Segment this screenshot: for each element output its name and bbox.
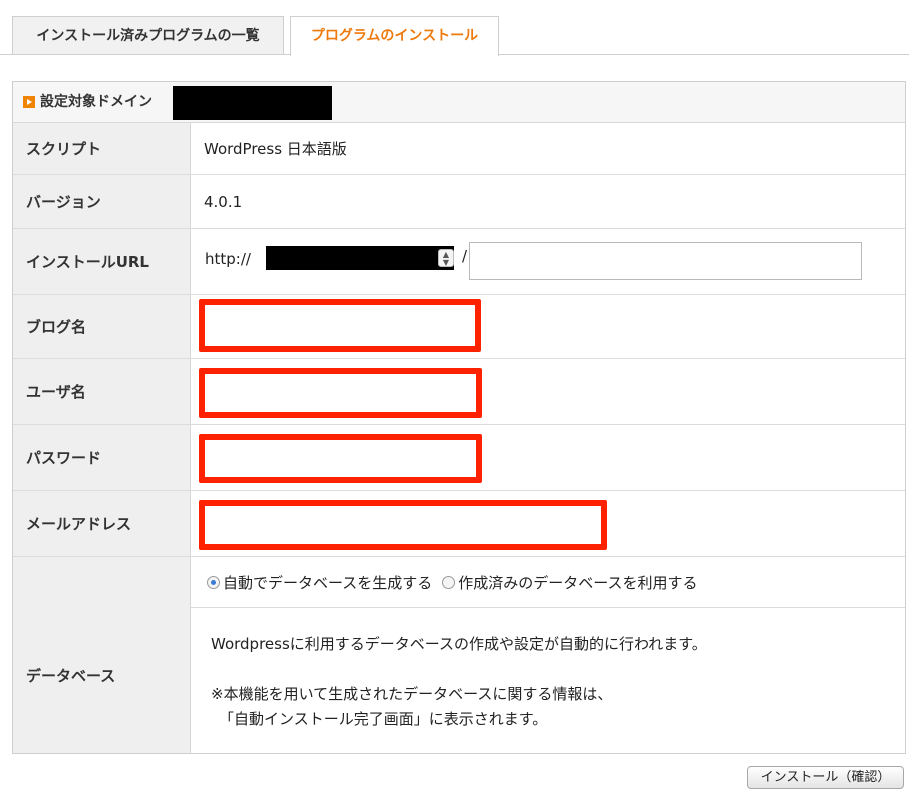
install-path-input[interactable] <box>469 242 862 280</box>
domain-select[interactable]: ▲ ▼ <box>266 246 454 270</box>
user-name-input[interactable] <box>199 368 482 418</box>
install-url-label: インストールURL <box>13 229 191 294</box>
password-label: パスワード <box>13 425 191 490</box>
tab-install-program[interactable]: プログラムのインストール <box>290 16 499 56</box>
database-description: Wordpressに利用するデータベースの作成や設定が自動的に行われます。 ※本… <box>191 608 905 753</box>
version-value: 4.0.1 <box>204 192 243 211</box>
script-value: WordPress 日本語版 <box>204 140 347 158</box>
blog-name-input[interactable] <box>199 299 481 352</box>
radio-use-existing[interactable] <box>442 575 456 589</box>
database-desc-line-2: ※本機能を用いて生成されたデータベースに関する情報は、 <box>211 685 613 703</box>
radio-auto-create[interactable] <box>207 575 220 589</box>
radio-use-existing-label[interactable]: 作成済みのデータベースを利用する <box>458 572 697 593</box>
password-input[interactable] <box>199 434 482 483</box>
install-form-panel: 設定対象ドメイン スクリプト WordPress 日本語版 バージョン 4.0.… <box>12 81 906 754</box>
database-label: データベース <box>13 557 191 753</box>
select-arrows-icon: ▲ ▼ <box>438 249 454 267</box>
email-label: メールアドレス <box>13 491 191 556</box>
row-blog-name: ブログ名 <box>13 295 905 359</box>
row-user-name: ユーザ名 <box>13 359 905 425</box>
row-install-url: インストールURL http:// ▲ ▼ / <box>13 229 905 295</box>
panel-header: 設定対象ドメイン <box>13 82 905 123</box>
script-label: スクリプト <box>13 123 191 174</box>
radio-auto-create-label[interactable]: 自動でデータベースを生成する <box>223 572 432 593</box>
row-version: バージョン 4.0.1 <box>13 175 905 229</box>
install-confirm-button[interactable]: インストール（確認） <box>747 766 904 789</box>
email-input[interactable] <box>199 500 607 550</box>
database-options: 自動でデータベースを生成する 作成済みのデータベースを利用する <box>191 557 905 608</box>
url-separator: / <box>462 247 468 265</box>
user-name-label: ユーザ名 <box>13 359 191 424</box>
row-database: データベース 自動でデータベースを生成する 作成済みのデータベースを利用する W… <box>13 557 905 753</box>
version-label: バージョン <box>13 175 191 228</box>
blog-name-label: ブログ名 <box>13 295 191 358</box>
arrow-right-icon <box>23 96 35 108</box>
tab-bar: インストール済みプログラムの一覧 プログラムのインストール <box>0 0 923 56</box>
row-password: パスワード <box>13 425 905 491</box>
target-domain-label: 設定対象ドメイン <box>40 94 152 110</box>
tab-installed-programs[interactable]: インストール済みプログラムの一覧 <box>12 16 284 54</box>
database-desc-line-3: 「自動インストール完了画面」に表示されます。 <box>219 710 548 728</box>
redacted-domain <box>173 86 332 120</box>
row-email: メールアドレス <box>13 491 905 557</box>
row-script: スクリプト WordPress 日本語版 <box>13 123 905 175</box>
database-desc-line-1: Wordpressに利用するデータベースの作成や設定が自動的に行われます。 <box>211 635 707 653</box>
